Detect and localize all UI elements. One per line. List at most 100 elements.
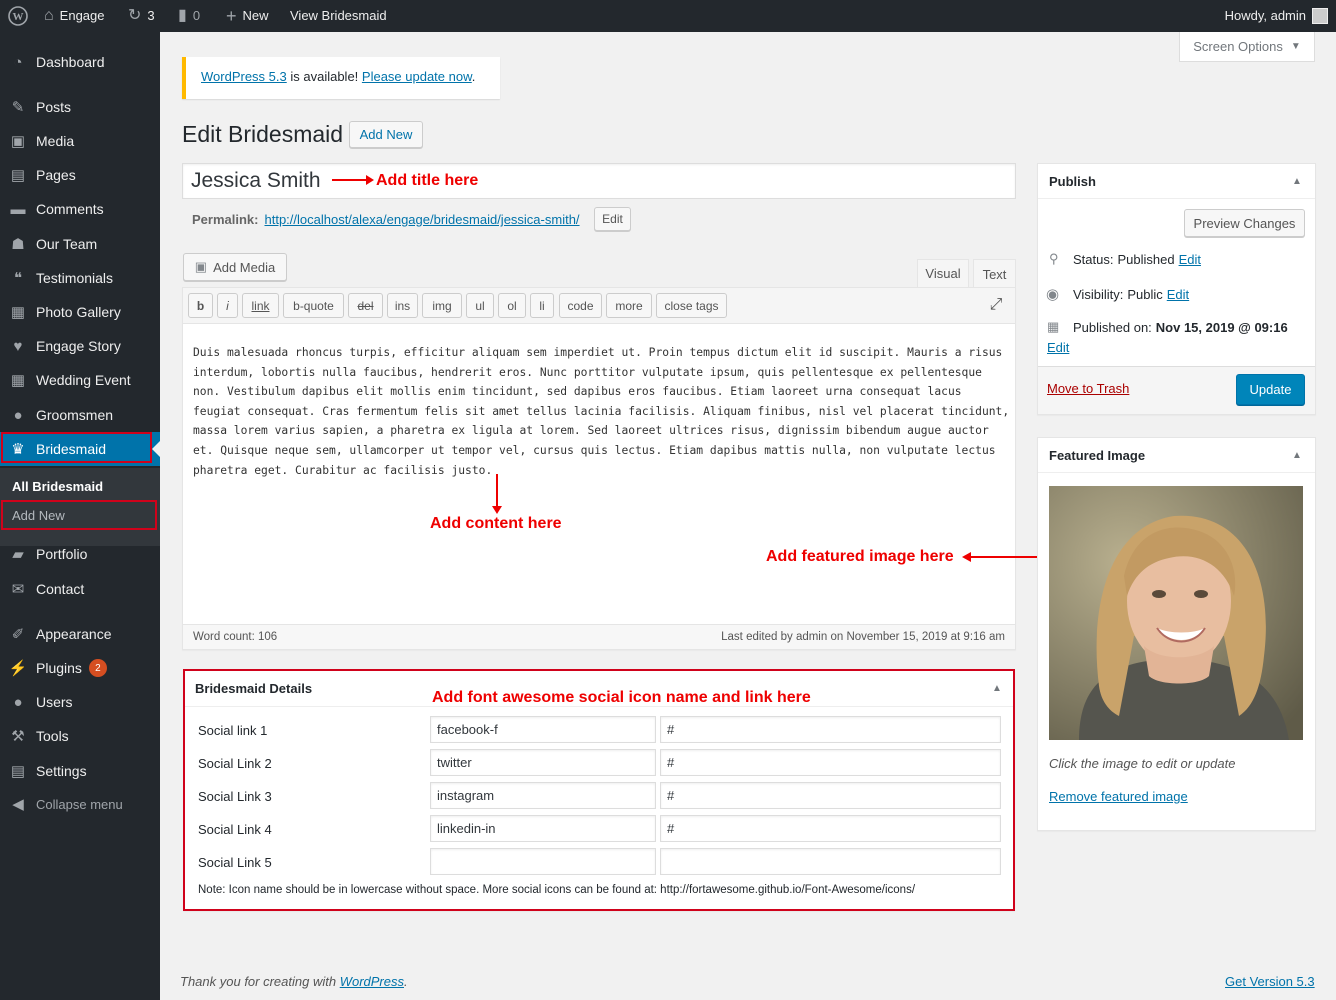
- status-edit-link[interactable]: Edit: [1179, 252, 1201, 267]
- get-version-link[interactable]: Get Version 5.3: [1225, 974, 1315, 989]
- heart-icon: ♥: [13, 337, 23, 355]
- collapse-arrow-icon[interactable]: ▲: [992, 683, 1002, 694]
- tab-visual[interactable]: Visual: [917, 259, 969, 287]
- status-label: Status:: [1073, 251, 1114, 267]
- menu-our-team[interactable]: ☗ Our Team: [0, 227, 160, 261]
- screen-options-button[interactable]: Screen Options ▼: [1179, 32, 1315, 62]
- qt-ins-button[interactable]: ins: [387, 293, 418, 318]
- social-url-4-input[interactable]: #: [660, 815, 1001, 842]
- submenu-all-bridesmaid[interactable]: All Bridesmaid: [12, 479, 103, 494]
- mail-icon: ✉: [11, 581, 25, 598]
- qt-link-button[interactable]: link: [242, 293, 279, 318]
- menu-contact[interactable]: ✉ Contact: [0, 572, 160, 606]
- admin-bar: W ⌂ Engage ↻ 3 ▮ 0 + New View Bridesmaid…: [0, 0, 1336, 32]
- menu-photo-gallery[interactable]: ▦ Photo Gallery: [0, 295, 160, 329]
- annotation-content: Add content here: [430, 515, 562, 532]
- fullscreen-icon[interactable]: ⤢: [986, 296, 1006, 314]
- add-new-button[interactable]: Add New: [349, 121, 423, 148]
- avatar: [1312, 8, 1328, 24]
- menu-label: Contact: [36, 581, 85, 597]
- add-media-button[interactable]: ▣ Add Media: [183, 253, 287, 281]
- site-name: Engage: [59, 8, 105, 23]
- post-title-input[interactable]: Jessica Smith: [182, 163, 1016, 199]
- menu-pages[interactable]: ▤ Pages: [0, 158, 160, 192]
- qt-img-button[interactable]: img: [422, 293, 462, 318]
- menu-media[interactable]: ▣ Media: [0, 124, 160, 158]
- editor-content[interactable]: Duis malesuada rhoncus turpis, efficitur…: [193, 343, 1011, 480]
- social-icon-2-input[interactable]: twitter: [430, 749, 656, 776]
- menu-label: Groomsmen: [36, 407, 114, 423]
- wordpress-logo-icon[interactable]: W: [8, 0, 28, 32]
- collapse-arrow-icon[interactable]: ▲: [1292, 176, 1302, 187]
- social-icon-5-input[interactable]: [430, 848, 656, 875]
- social-url-5-input[interactable]: [660, 848, 1001, 875]
- menu-collapse[interactable]: ◀ Collapse menu: [0, 787, 160, 821]
- update-button[interactable]: Update: [1236, 374, 1305, 405]
- refresh-icon: ↻: [128, 7, 142, 24]
- social-url-3-input[interactable]: #: [660, 782, 1001, 809]
- published-on-row: ▦ Published on: Nov 15, 2019 @ 09:16: [1047, 319, 1288, 335]
- menu-testimonials[interactable]: ❝ Testimonials: [0, 261, 160, 295]
- my-account-link[interactable]: Howdy, admin: [1225, 0, 1328, 32]
- qt-li-button[interactable]: li: [530, 293, 554, 318]
- menu-appearance[interactable]: ✐ Appearance: [0, 617, 160, 651]
- menu-posts[interactable]: ✎ Posts: [0, 90, 160, 124]
- new-content-link[interactable]: + New: [226, 0, 269, 32]
- menu-label: Posts: [36, 99, 72, 115]
- qt-close-tags-button[interactable]: close tags: [656, 293, 727, 318]
- qt-bold-button[interactable]: b: [188, 293, 213, 318]
- menu-dashboard[interactable]: ◔ Dashboard: [0, 45, 160, 79]
- qt-del-button[interactable]: del: [348, 293, 383, 318]
- annotation-image: Add featured image here: [766, 548, 954, 565]
- title-arrow-line: [332, 179, 370, 181]
- menu-portfolio[interactable]: ▰ Portfolio: [0, 537, 160, 571]
- menu-tools[interactable]: ⚒ Tools: [0, 719, 160, 753]
- permalink-url[interactable]: http://localhost/alexa/engage/bridesmaid…: [264, 212, 579, 227]
- comments-link[interactable]: ▮ 0: [178, 0, 200, 32]
- social-url-1-input[interactable]: #: [660, 716, 1001, 743]
- qt-more-button[interactable]: more: [606, 293, 652, 318]
- remove-featured-image-link[interactable]: Remove featured image: [1049, 789, 1188, 804]
- qt-italic-button[interactable]: i: [217, 293, 238, 318]
- user-icon: ●: [13, 406, 23, 424]
- menu-wedding-event[interactable]: ▦ Wedding Event: [0, 363, 160, 397]
- published-edit-link[interactable]: Edit: [1047, 340, 1069, 355]
- menu-engage-story[interactable]: ♥ Engage Story: [0, 329, 160, 363]
- social-icon-4-input[interactable]: linkedin-in: [430, 815, 656, 842]
- site-name-link[interactable]: ⌂ Engage: [44, 0, 105, 32]
- social-url-2-input[interactable]: #: [660, 749, 1001, 776]
- menu-label: Media: [36, 133, 75, 149]
- collapse-arrow-icon[interactable]: ▲: [1292, 450, 1302, 461]
- updates-count: 3: [147, 8, 155, 23]
- preview-changes-button[interactable]: Preview Changes: [1184, 209, 1305, 237]
- tab-text[interactable]: Text: [973, 259, 1016, 288]
- image-arrow-head: [962, 552, 971, 562]
- details-title: Bridesmaid Details: [195, 681, 313, 696]
- menu-comments[interactable]: ▬ Comments: [0, 192, 160, 226]
- update-now-link[interactable]: Please update now: [362, 69, 472, 84]
- content-arrow-line: [496, 474, 498, 508]
- menu-plugins[interactable]: ⚡ Plugins 2: [0, 651, 160, 685]
- content-arrow-head: [492, 506, 502, 514]
- featured-image-photo[interactable]: [1049, 486, 1303, 740]
- social-link-1-label: Social link 1: [198, 723, 268, 738]
- calendar-icon: ▦: [1047, 319, 1060, 334]
- permalink-edit-button[interactable]: Edit: [594, 207, 631, 231]
- menu-users[interactable]: ● Users: [0, 685, 160, 719]
- qt-ul-button[interactable]: ul: [466, 293, 494, 318]
- menu-label: Pages: [36, 167, 76, 183]
- social-icon-3-input[interactable]: instagram: [430, 782, 656, 809]
- qt-ol-button[interactable]: ol: [498, 293, 526, 318]
- footer-wordpress-link[interactable]: WordPress: [340, 974, 404, 989]
- menu-groomsmen[interactable]: ● Groomsmen: [0, 398, 160, 432]
- move-to-trash-link[interactable]: Move to Trash: [1047, 381, 1129, 396]
- menu-label: Dashboard: [36, 54, 105, 70]
- visibility-edit-link[interactable]: Edit: [1167, 287, 1189, 302]
- social-icon-1-input[interactable]: facebook-f: [430, 716, 656, 743]
- menu-settings[interactable]: ▤ Settings: [0, 754, 160, 788]
- qt-bquote-button[interactable]: b-quote: [283, 293, 344, 318]
- qt-code-button[interactable]: code: [559, 293, 602, 318]
- updates-link[interactable]: ↻ 3: [128, 0, 155, 32]
- view-bridesmaid-link[interactable]: View Bridesmaid: [290, 0, 387, 32]
- wordpress-version-link[interactable]: WordPress 5.3: [201, 69, 287, 84]
